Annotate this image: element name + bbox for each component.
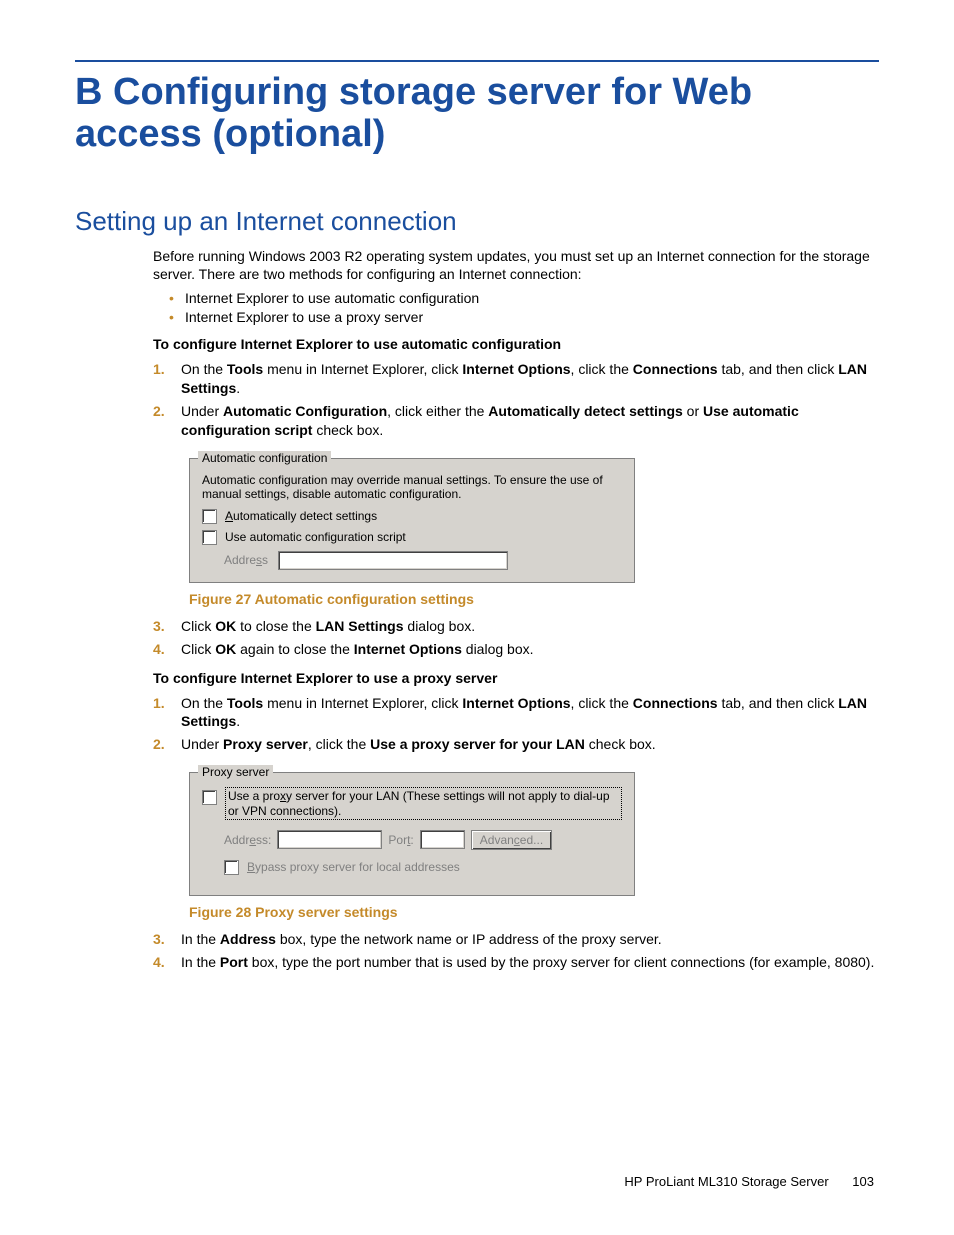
step-text: On the Tools menu in Internet Explorer, … xyxy=(181,361,867,396)
address-row: Address xyxy=(224,551,622,570)
advanced-button[interactable]: Advanced... xyxy=(471,830,552,850)
fieldset-legend: Automatic configuration xyxy=(198,451,331,465)
steps-proxy-a: 1.On the Tools menu in Internet Explorer… xyxy=(153,694,879,755)
section-title: Setting up an Internet connection xyxy=(75,206,879,237)
step-item: 1.On the Tools menu in Internet Explorer… xyxy=(153,694,879,732)
proxy-main-row[interactable]: Use a proxy server for your LAN (These s… xyxy=(202,787,622,820)
checkbox-row[interactable]: Automatically detect settings xyxy=(202,509,622,524)
step-text: In the Address box, type the network nam… xyxy=(181,931,662,947)
page-number: 103 xyxy=(852,1174,874,1189)
checkbox-icon[interactable] xyxy=(202,509,217,524)
footer: HP ProLiant ML310 Storage Server 103 xyxy=(624,1174,874,1189)
checkbox-row[interactable]: Use automatic configuration script xyxy=(202,530,622,545)
fieldset-legend: Proxy server xyxy=(198,765,273,779)
bullet-item: Internet Explorer to use automatic confi… xyxy=(169,290,879,306)
intro-paragraph: Before running Windows 2003 R2 operating… xyxy=(153,247,879,285)
bypass-row[interactable]: Bypass proxy server for local addresses xyxy=(224,860,622,875)
step-text: On the Tools menu in Internet Explorer, … xyxy=(181,695,867,730)
step-text: Click OK again to close the Internet Opt… xyxy=(181,641,534,657)
step-item: 4.Click OK again to close the Internet O… xyxy=(153,640,879,659)
proxy-address-input[interactable] xyxy=(277,830,382,849)
step-item: 2.Under Proxy server, click the Use a pr… xyxy=(153,735,879,754)
figure-28-fieldset: Proxy server Use a proxy server for your… xyxy=(189,772,635,896)
address-label: Address: xyxy=(224,833,271,847)
subhead-proxy: To configure Internet Explorer to use a … xyxy=(153,669,879,688)
figure-27-fieldset: Automatic configuration Automatic config… xyxy=(189,458,635,583)
step-text: Under Proxy server, click the Use a prox… xyxy=(181,736,656,752)
checkbox-icon[interactable] xyxy=(202,790,217,805)
checkbox-label: Automatically detect settings xyxy=(225,509,377,523)
figure-27-caption: Figure 27 Automatic configuration settin… xyxy=(189,591,879,607)
port-label: Port: xyxy=(388,833,413,847)
proxy-address-row: Address: Port: Advanced... xyxy=(224,830,622,850)
bypass-label: Bypass proxy server for local addresses xyxy=(247,860,460,874)
proxy-main-label: Use a proxy server for your LAN (These s… xyxy=(225,787,622,820)
step-text: In the Port box, type the port number th… xyxy=(181,954,874,970)
fieldset-description: Automatic configuration may override man… xyxy=(202,473,622,501)
steps-auto-b: 3.Click OK to close the LAN Settings dia… xyxy=(153,617,879,659)
checkbox-icon[interactable] xyxy=(224,860,239,875)
steps-auto-a: 1.On the Tools menu in Internet Explorer… xyxy=(153,360,879,440)
address-label: Address xyxy=(224,553,268,567)
step-item: 1.On the Tools menu in Internet Explorer… xyxy=(153,360,879,398)
step-item: 3.In the Address box, type the network n… xyxy=(153,930,879,949)
page: B Configuring storage server for Web acc… xyxy=(0,0,954,1235)
subhead-auto: To configure Internet Explorer to use au… xyxy=(153,335,879,354)
step-text: Click OK to close the LAN Settings dialo… xyxy=(181,618,475,634)
top-rule xyxy=(75,60,879,62)
bullet-item: Internet Explorer to use a proxy server xyxy=(169,309,879,325)
address-input[interactable] xyxy=(278,551,508,570)
step-item: 3.Click OK to close the LAN Settings dia… xyxy=(153,617,879,636)
steps-proxy-b: 3.In the Address box, type the network n… xyxy=(153,930,879,972)
figure-28-caption: Figure 28 Proxy server settings xyxy=(189,904,879,920)
chapter-title: B Configuring storage server for Web acc… xyxy=(75,72,879,156)
checkbox-label: Use automatic configuration script xyxy=(225,530,406,544)
checkbox-icon[interactable] xyxy=(202,530,217,545)
step-text: Under Automatic Configuration, click eit… xyxy=(181,403,799,438)
step-item: 4.In the Port box, type the port number … xyxy=(153,953,879,972)
bullet-list: Internet Explorer to use automatic confi… xyxy=(153,290,879,325)
step-item: 2.Under Automatic Configuration, click e… xyxy=(153,402,879,440)
footer-text: HP ProLiant ML310 Storage Server xyxy=(624,1174,828,1189)
proxy-port-input[interactable] xyxy=(420,830,465,849)
body-block: Before running Windows 2003 R2 operating… xyxy=(153,247,879,972)
